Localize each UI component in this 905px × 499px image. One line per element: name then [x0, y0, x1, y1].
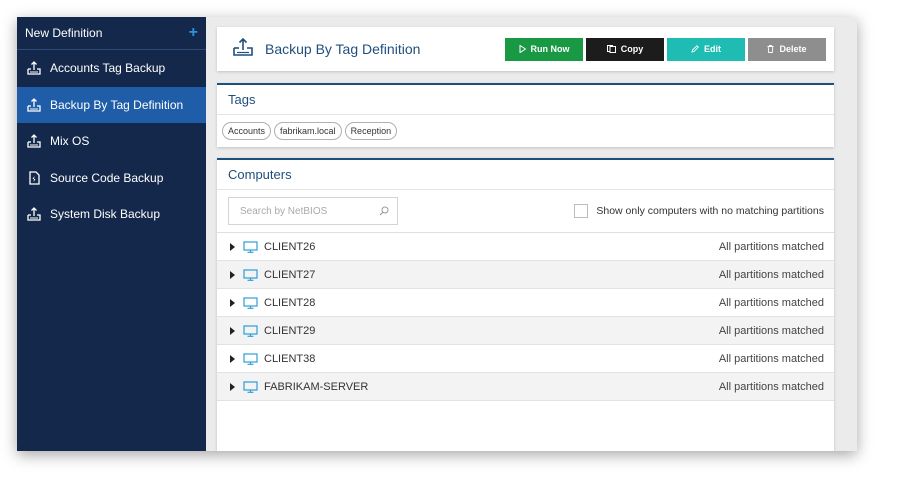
- run-now-label: Run Now: [530, 44, 570, 54]
- trash-icon: [767, 45, 774, 53]
- sidebar-item-source-code-backup[interactable]: Source Code Backup: [17, 160, 206, 197]
- no-matching-checkbox[interactable]: [574, 204, 589, 218]
- copy-label: Copy: [620, 44, 644, 54]
- play-icon: [519, 45, 526, 53]
- expand-caret-icon[interactable]: [230, 270, 235, 279]
- computer-name: CLIENT29: [264, 324, 316, 337]
- search-input[interactable]: [240, 205, 375, 217]
- pencil-icon: [691, 45, 699, 53]
- expand-caret-icon[interactable]: [230, 382, 235, 391]
- app-window: New Definition + Accounts Tag Backup Bac…: [17, 17, 857, 451]
- search-icon[interactable]: [379, 206, 389, 216]
- table-row[interactable]: CLIENT26 All partitions matched: [217, 233, 834, 261]
- computer-icon: [243, 380, 258, 393]
- copy-button[interactable]: Copy: [586, 37, 664, 61]
- sidebar: New Definition + Accounts Tag Backup Bac…: [17, 17, 206, 451]
- delete-label: Delete: [779, 44, 807, 54]
- table-row[interactable]: CLIENT38 All partitions matched: [217, 345, 834, 373]
- table-row[interactable]: CLIENT27 All partitions matched: [217, 261, 834, 289]
- computers-section: Computers Show only computers with no ma…: [217, 158, 834, 451]
- file-backup-icon: [27, 171, 41, 185]
- sidebar-header: New Definition +: [17, 17, 206, 50]
- expand-caret-icon[interactable]: [230, 326, 235, 335]
- tag-chip[interactable]: Reception: [344, 122, 398, 140]
- match-status: All partitions matched: [718, 240, 824, 253]
- computer-name: CLIENT28: [264, 296, 316, 309]
- backup-icon: [27, 134, 41, 148]
- match-status: All partitions matched: [718, 296, 824, 309]
- main-panel: Backup By Tag Definition Run Now Copy Ed…: [217, 27, 834, 451]
- copy-icon: [606, 45, 616, 53]
- computer-icon: [243, 268, 258, 281]
- computer-name: CLIENT26: [264, 240, 316, 253]
- sidebar-item-backup-by-tag-definition[interactable]: Backup By Tag Definition: [17, 86, 206, 123]
- expand-caret-icon[interactable]: [230, 298, 235, 307]
- no-matching-filter: Show only computers with no matching par…: [574, 204, 824, 218]
- table-row[interactable]: CLIENT28 All partitions matched: [217, 289, 834, 317]
- backup-icon: [27, 61, 41, 75]
- edit-button[interactable]: Edit: [667, 37, 745, 61]
- page-title: Backup By Tag Definition: [265, 41, 421, 57]
- table-row[interactable]: FABRIKAM-SERVER All partitions matched: [217, 373, 834, 401]
- match-status: All partitions matched: [718, 380, 824, 393]
- tags-section: Tags Accounts fabrikam.local Reception: [217, 83, 834, 147]
- sidebar-header-title: New Definition: [25, 26, 103, 40]
- computer-icon: [243, 352, 258, 365]
- expand-caret-icon[interactable]: [230, 354, 235, 363]
- sidebar-item-mix-os[interactable]: Mix OS: [17, 123, 206, 160]
- tags-list: Accounts fabrikam.local Reception: [217, 115, 834, 147]
- match-status: All partitions matched: [718, 268, 824, 281]
- computers-list: CLIENT26 All partitions matched CLIENT27…: [217, 233, 834, 401]
- backup-icon: [27, 97, 41, 112]
- expand-caret-icon[interactable]: [230, 242, 235, 251]
- tag-chip[interactable]: fabrikam.local: [274, 122, 342, 140]
- computer-name: CLIENT27: [264, 268, 316, 281]
- sidebar-item-label: System Disk Backup: [50, 207, 161, 222]
- computer-name: CLIENT38: [264, 352, 316, 365]
- sidebar-item-accounts-tag-backup[interactable]: Accounts Tag Backup: [17, 50, 206, 87]
- sidebar-item-label: Backup By Tag Definition: [50, 97, 184, 112]
- computer-icon: [243, 240, 258, 253]
- search-box: [228, 197, 398, 225]
- edit-label: Edit: [704, 44, 721, 54]
- sidebar-item-system-disk-backup[interactable]: System Disk Backup: [17, 196, 206, 233]
- tags-title: Tags: [217, 83, 834, 115]
- sidebar-item-label: Source Code Backup: [50, 170, 164, 185]
- computer-name: FABRIKAM-SERVER: [264, 380, 369, 393]
- definition-header: Backup By Tag Definition Run Now Copy Ed…: [217, 27, 834, 71]
- match-status: All partitions matched: [718, 324, 824, 337]
- add-definition-icon[interactable]: +: [189, 24, 198, 42]
- tag-chip[interactable]: Accounts: [222, 122, 272, 140]
- computer-icon: [243, 324, 258, 337]
- backup-icon: [27, 207, 41, 221]
- table-row[interactable]: CLIENT29 All partitions matched: [217, 317, 834, 345]
- backup-icon: [233, 37, 253, 61]
- match-status: All partitions matched: [718, 352, 824, 365]
- computers-title: Computers: [217, 158, 834, 190]
- computer-icon: [243, 296, 258, 309]
- sidebar-item-label: Mix OS: [50, 134, 90, 149]
- sidebar-item-label: Accounts Tag Backup: [50, 61, 166, 76]
- no-matching-label: Show only computers with no matching par…: [596, 205, 824, 217]
- delete-button[interactable]: Delete: [748, 37, 826, 61]
- computers-filter: Show only computers with no matching par…: [217, 190, 834, 233]
- run-now-button[interactable]: Run Now: [505, 37, 583, 61]
